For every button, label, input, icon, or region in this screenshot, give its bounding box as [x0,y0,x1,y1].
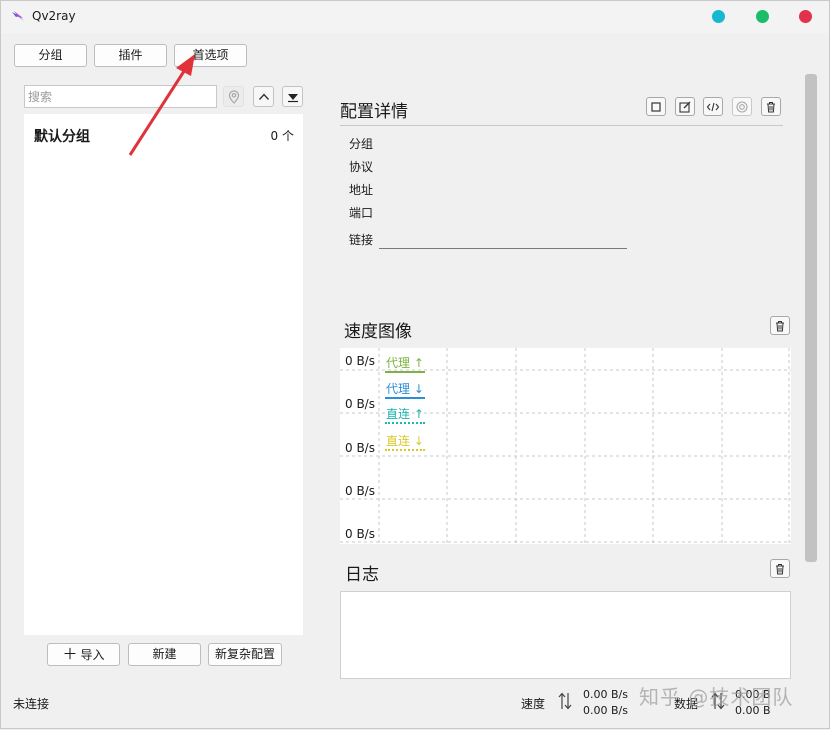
main-window: Qv2ray 分组 插件 首选项 默认分组 0 个 ＋导入 [0,0,830,729]
watermark: 知乎 @技术团队 [639,685,794,709]
annotation-arrow-icon [128,54,195,156]
